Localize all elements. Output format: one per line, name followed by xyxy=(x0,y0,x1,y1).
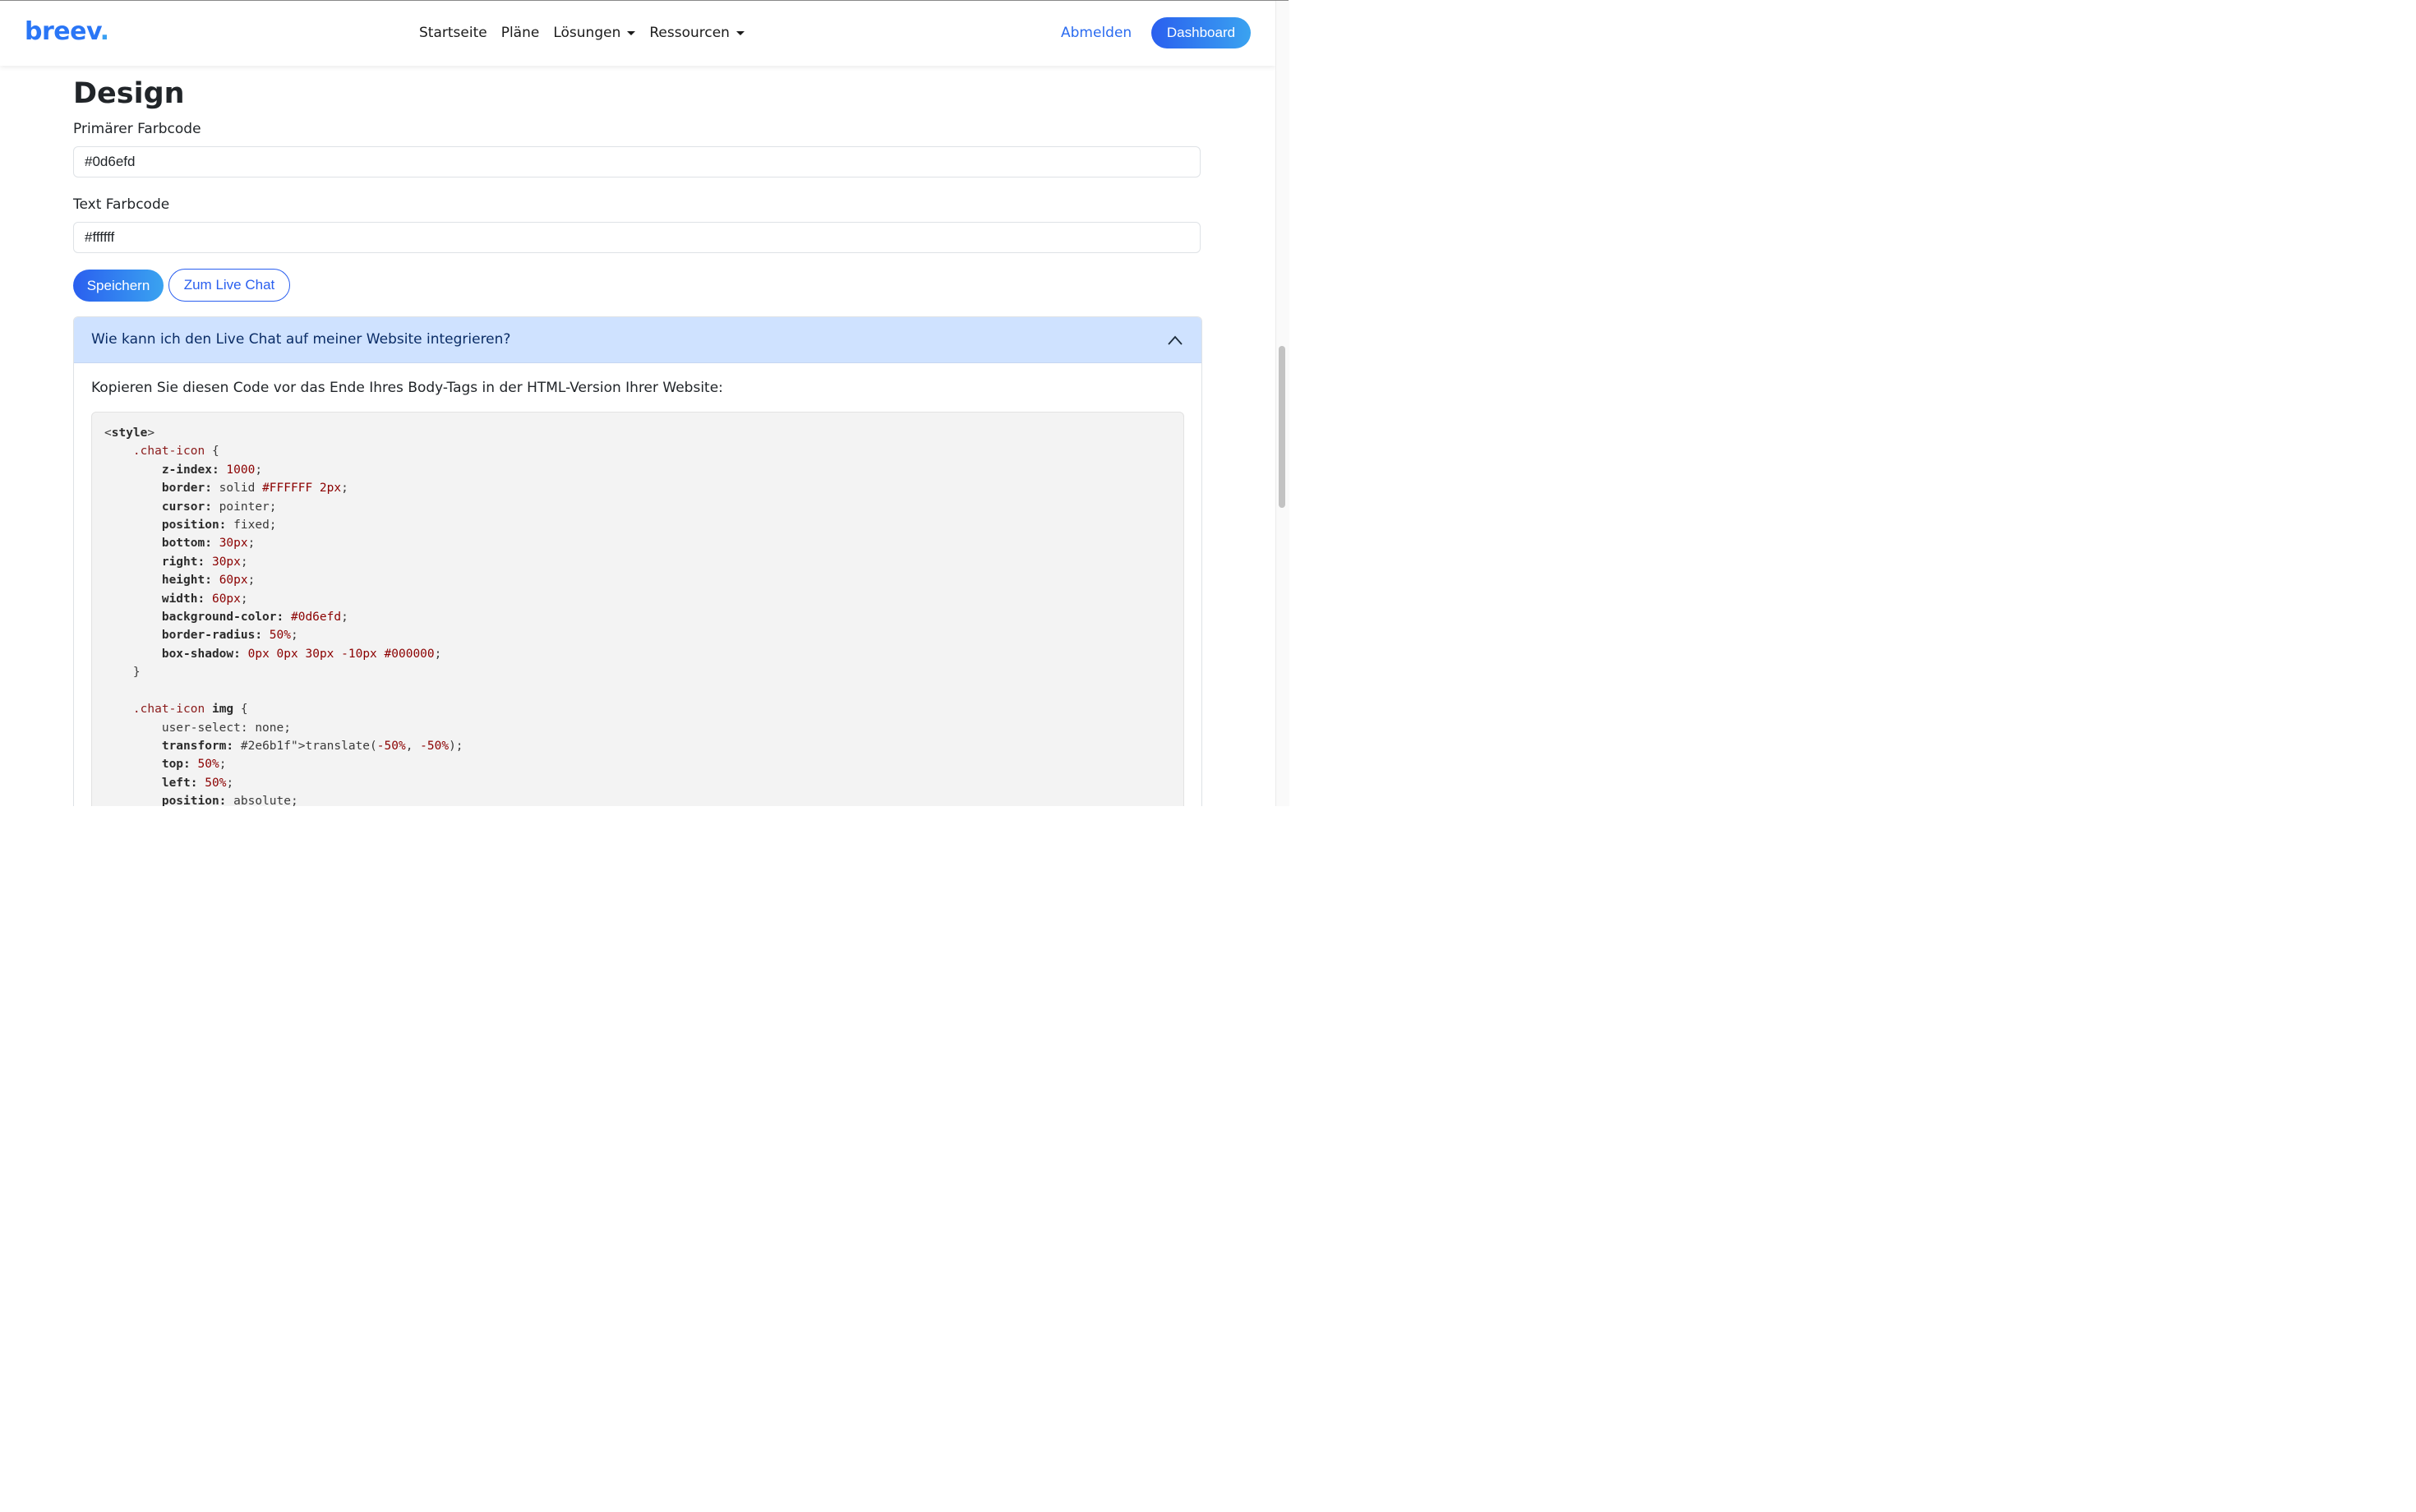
nav-links: Startseite Pläne Lösungen Ressourcen xyxy=(419,22,758,44)
nav-item-loesungen[interactable]: Lösungen xyxy=(553,22,636,44)
nav-item-plaene[interactable]: Pläne xyxy=(501,22,540,44)
top-navbar: breev. Startseite Pläne Lösungen Ressour… xyxy=(0,1,1275,66)
dashboard-button[interactable]: Dashboard xyxy=(1151,17,1251,48)
accordion-instruction: Kopieren Sie diesen Code vor das Ende Ih… xyxy=(91,380,723,396)
text-color-input[interactable] xyxy=(73,222,1201,253)
brand-logo[interactable]: breev. xyxy=(25,16,109,48)
accordion-header[interactable]: Wie kann ich den Live Chat auf meiner We… xyxy=(74,317,1201,363)
nav-item-startseite[interactable]: Startseite xyxy=(419,22,487,44)
chevron-up-icon xyxy=(1168,335,1183,345)
caret-down-icon xyxy=(627,30,636,35)
integration-accordion: Wie kann ich den Live Chat auf meiner We… xyxy=(73,316,1202,806)
logout-link[interactable]: Abmelden xyxy=(1061,22,1132,44)
save-button[interactable]: Speichern xyxy=(73,270,164,302)
code-snippet: <style> .chat-icon { z-index: 1000; bord… xyxy=(104,426,463,806)
nav-item-ressourcen[interactable]: Ressourcen xyxy=(649,22,745,44)
accordion-question: Wie kann ich den Live Chat auf meiner We… xyxy=(91,331,511,348)
caret-down-icon xyxy=(735,30,745,35)
live-chat-button[interactable]: Zum Live Chat xyxy=(168,269,290,302)
nav-item-label: Lösungen xyxy=(553,25,621,41)
nav-item-label: Startseite xyxy=(419,25,487,41)
brand-dot: . xyxy=(99,17,109,46)
text-color-label: Text Farbcode xyxy=(73,196,170,213)
nav-item-label: Ressourcen xyxy=(649,25,730,41)
nav-item-label: Pläne xyxy=(500,25,540,41)
code-snippet-box[interactable]: <style> .chat-icon { z-index: 1000; bord… xyxy=(91,412,1184,806)
primary-color-label: Primärer Farbcode xyxy=(73,121,201,137)
primary-color-input[interactable] xyxy=(73,146,1201,177)
page-title: Design xyxy=(73,77,185,110)
brand-name: breev xyxy=(25,17,100,46)
scrollbar-thumb[interactable] xyxy=(1279,346,1285,508)
